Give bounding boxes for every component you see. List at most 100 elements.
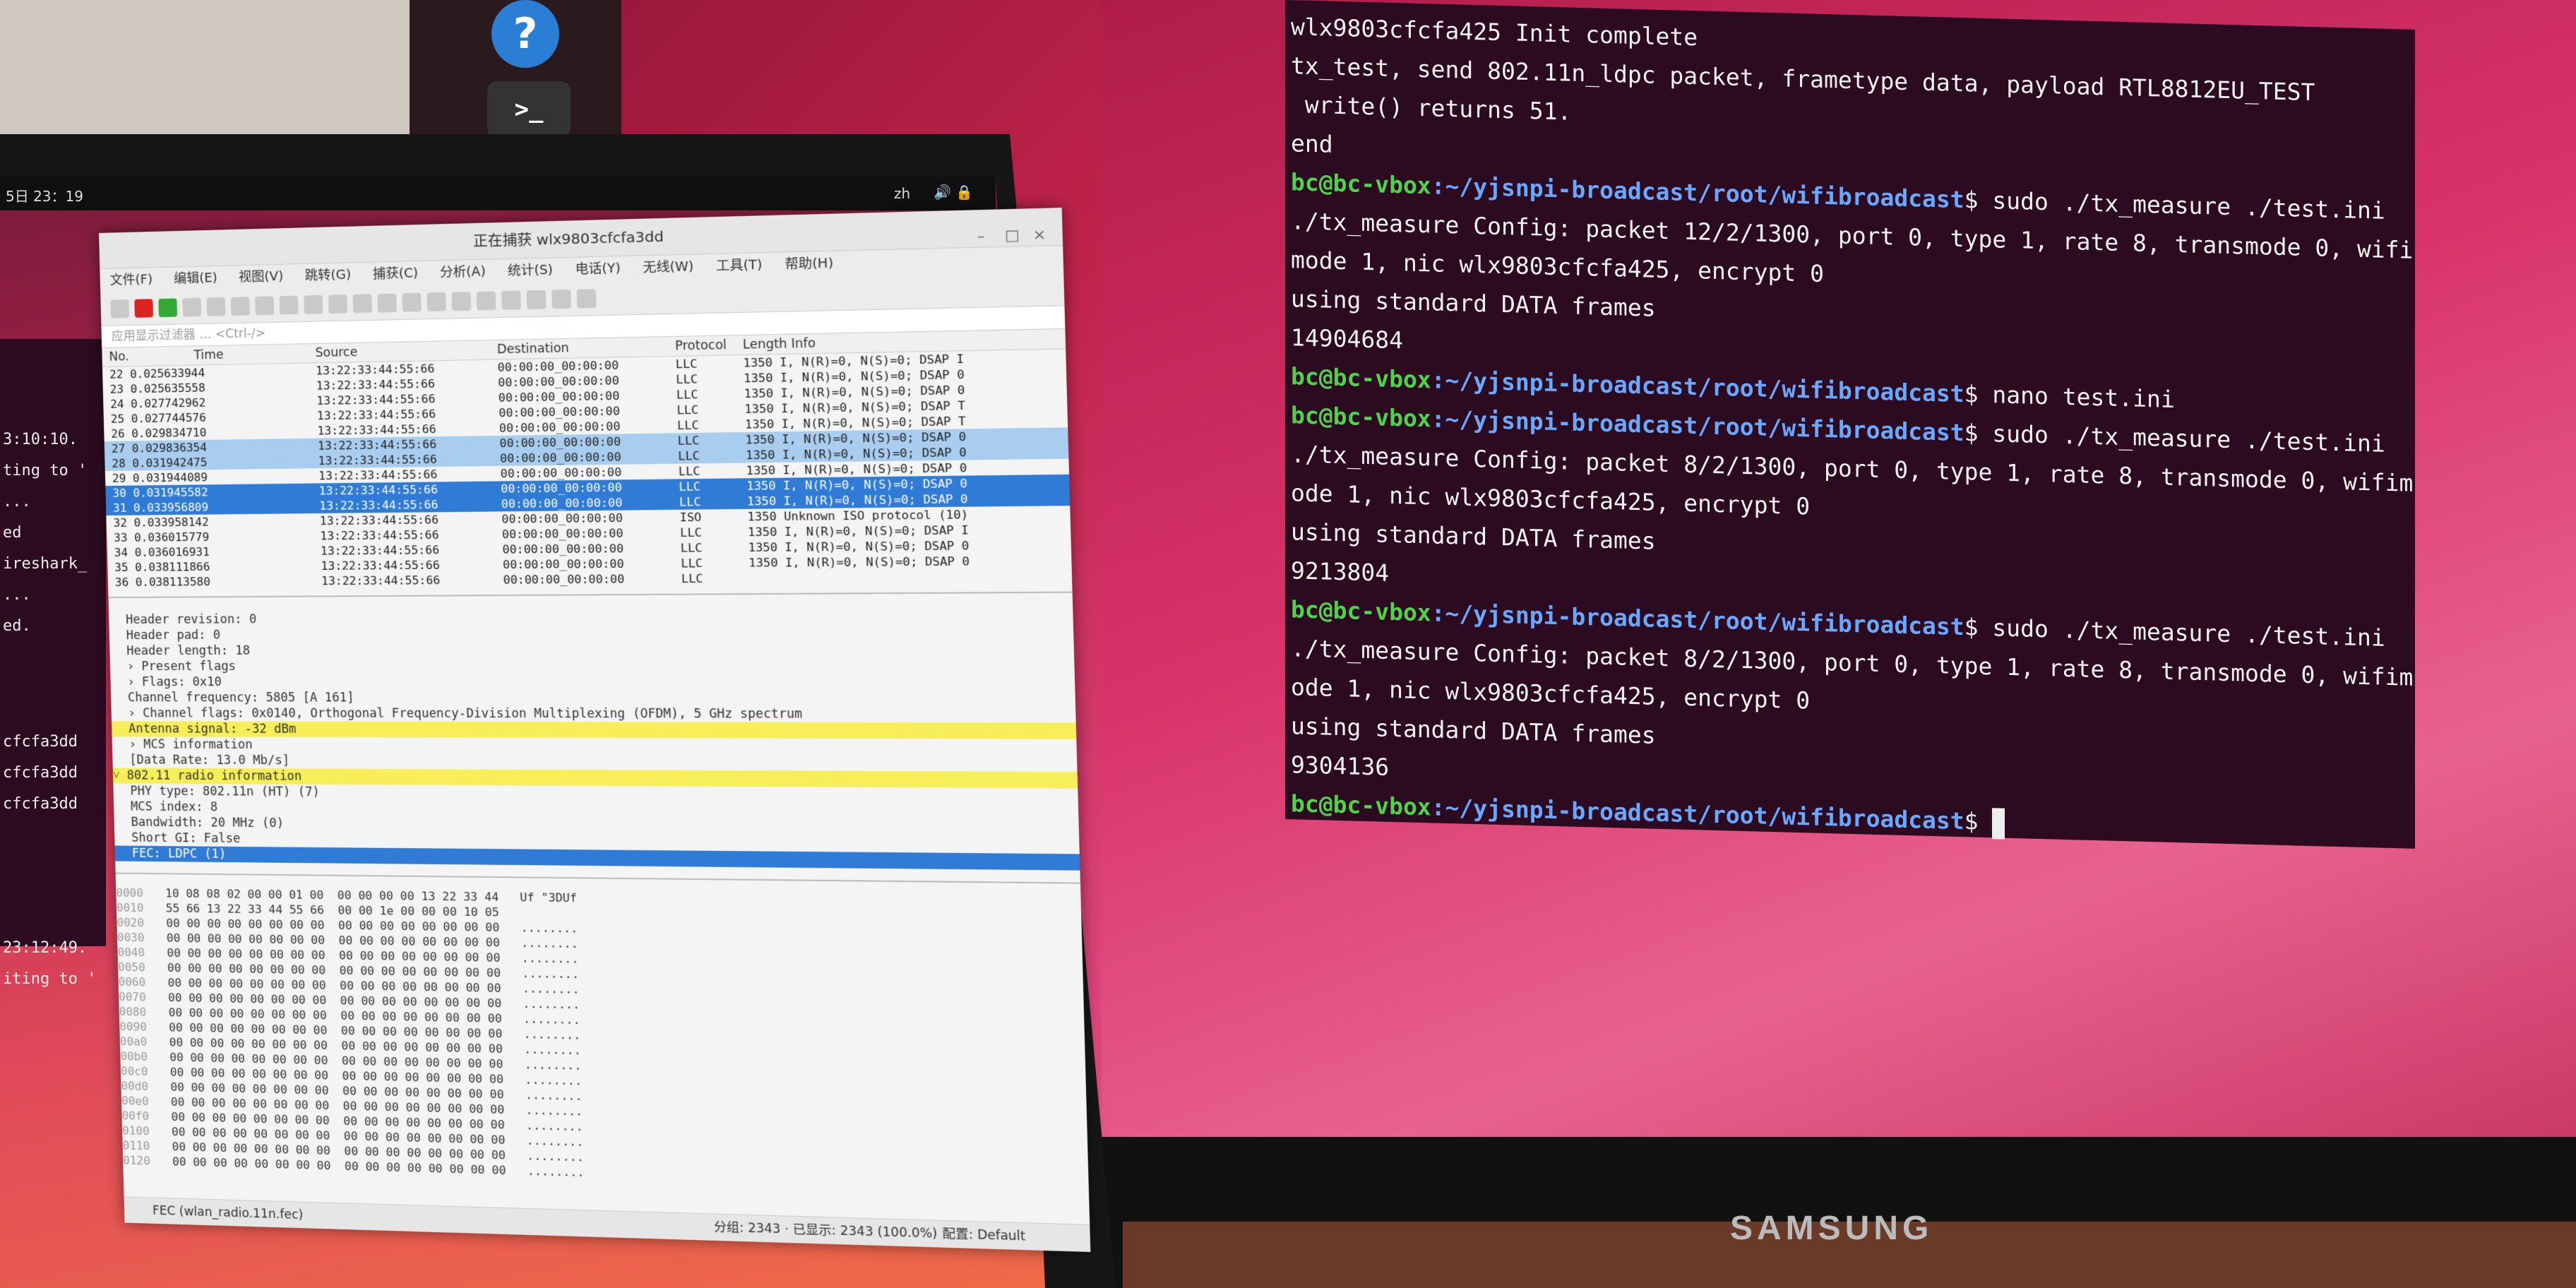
packet-bytes-pane[interactable]: 0000 10 08 08 02 00 00 01 00 00 00 00 00 … <box>115 872 1090 1194</box>
shark-fin-icon[interactable] <box>110 299 129 318</box>
system-indicators[interactable]: 🔊 🔒 <box>934 184 973 201</box>
packet-cell: LLC <box>681 571 703 586</box>
prompt-user: bc@bc-vbox <box>1291 401 1431 433</box>
hex-offset: 0000 <box>116 886 144 900</box>
menu-item[interactable]: 捕获(C) <box>372 261 418 287</box>
prompt-path: :~/yjsnpi-broadcast/root/wifibroadcast <box>1431 793 1964 835</box>
hex-offset: 0040 <box>117 945 145 960</box>
desktop-topbar: 5日 23：19 zh 🔊 🔒 <box>0 177 996 210</box>
close-file-icon[interactable] <box>255 296 275 316</box>
detail-row[interactable]: Antenna signal: -32 dBm <box>112 721 1077 739</box>
packet-cell: LLC <box>680 540 703 555</box>
menu-item[interactable]: 视图(V) <box>239 265 284 290</box>
go-forward-icon[interactable] <box>352 294 372 314</box>
go-to-packet-icon[interactable] <box>377 293 397 313</box>
save-file-icon[interactable] <box>230 297 250 316</box>
find-packet-icon[interactable] <box>304 294 323 314</box>
open-file-icon[interactable] <box>206 297 226 316</box>
packet-cell: 00:00:00_00:00:00 <box>502 556 624 572</box>
maximize-icon[interactable]: □ <box>1004 216 1020 254</box>
terminal-dock-icon[interactable]: >_ <box>487 81 571 138</box>
close-icon[interactable]: × <box>1032 215 1046 253</box>
detail-row[interactable]: › Present flags <box>110 657 1075 675</box>
wireshark-window[interactable]: 正在捕获 wlx9803cfcfa3dd – □ × 文件(F) 编辑(E) 视图(… <box>99 208 1091 1253</box>
menu-item[interactable]: 电话(Y) <box>575 256 621 282</box>
input-language-indicator[interactable]: zh <box>894 185 910 202</box>
packet-cell: 13:22:33:44:55:66 <box>320 527 439 543</box>
topbar-clock[interactable]: 5日 23：19 <box>6 185 83 205</box>
hex-ascii: ........ <box>525 1103 583 1119</box>
zoom-out-icon[interactable] <box>526 290 547 310</box>
menu-item[interactable]: 文件(F) <box>109 268 153 292</box>
packet-cell: 00:00:00_00:00:00 <box>501 511 624 526</box>
hex-offset: 0060 <box>118 974 146 989</box>
packet-cell: 29 0.031944089 <box>112 470 208 485</box>
minimize-icon[interactable]: – <box>977 217 985 254</box>
packet-cell: LLC <box>678 464 700 479</box>
detail-row[interactable]: › Channel flags: 0x0140, Orthogonal Freq… <box>111 705 1075 722</box>
menu-item[interactable]: 编辑(E) <box>174 266 218 292</box>
colorize-icon[interactable] <box>476 291 496 311</box>
capture-options-icon[interactable] <box>182 297 202 317</box>
command-text: $ sudo ./tx_measure ./test.ini <box>1964 613 2385 652</box>
packet-cell: 00:00:00_00:00:00 <box>499 450 621 465</box>
background-terminal[interactable]: 3:10:10. ting to '... ed ireshark_... ed. cfc… <box>0 339 106 988</box>
menu-item[interactable]: 帮助(H) <box>785 251 833 278</box>
command-text: $ sudo ./tx_measure ./test.ini <box>1964 186 2385 225</box>
packet-cell <box>197 468 319 484</box>
detail-row[interactable]: Header length: 18 <box>109 640 1074 659</box>
detail-row[interactable]: › Flags: 0x10 <box>110 674 1075 690</box>
packet-cell: 24 0.027742962 <box>110 395 206 411</box>
detail-row[interactable]: Channel frequency: 5805 [A 161] <box>111 690 1075 706</box>
menu-item[interactable]: 无线(W) <box>643 255 694 281</box>
prompt-user: bc@bc-vbox <box>1291 168 1431 200</box>
menu-item[interactable]: 分析(A) <box>440 260 487 285</box>
stop-capture-icon[interactable] <box>134 299 153 318</box>
menu-item[interactable]: 跳转(G) <box>304 263 351 288</box>
hex-ascii: ........ <box>523 1027 581 1042</box>
status-profile[interactable]: 配置: Default <box>942 1221 1026 1250</box>
packet-cell <box>194 378 316 395</box>
hex-ascii: Uf "3DUf <box>520 890 578 905</box>
menu-item[interactable]: 统计(S) <box>507 258 554 283</box>
first-packet-icon[interactable] <box>402 292 422 312</box>
packet-cell <box>749 568 1073 586</box>
terminal-line: cfcfa3dd <box>3 795 78 813</box>
column-header[interactable]: Source <box>315 340 497 362</box>
terminal-line: cfcfa3dd <box>3 764 78 782</box>
hex-ascii: ........ <box>520 920 578 936</box>
packet-cell: 23 0.025635558 <box>109 381 205 396</box>
hex-ascii: ........ <box>524 1073 583 1088</box>
terminal-line: 23:12:49. <box>3 939 88 957</box>
packet-cell: LLC <box>676 418 700 433</box>
zoom-reset-icon[interactable] <box>551 290 571 309</box>
column-header[interactable]: Time <box>193 344 316 365</box>
packet-cell: 00:00:00_00:00:00 <box>503 572 625 587</box>
hex-offset: 00f0 <box>121 1109 150 1123</box>
go-back-icon[interactable] <box>328 294 348 314</box>
packet-cell: 00:00:00_00:00:00 <box>500 465 622 481</box>
column-header[interactable]: Destination <box>497 337 676 359</box>
packet-cell: 00:00:00_00:00:00 <box>502 541 624 556</box>
autoscroll-icon[interactable] <box>451 292 472 311</box>
command-text: $ <box>1964 807 1993 836</box>
terminal-line: ... <box>3 493 31 511</box>
packet-list[interactable]: 22 0.025633944 13:22:33:44:55:66 00:00:00_… <box>102 350 1072 590</box>
hex-ascii: ........ <box>525 1118 583 1134</box>
terminal-line: 3:10:10. <box>3 431 78 448</box>
packet-cell: 30 0.031945582 <box>112 485 208 500</box>
menu-item[interactable]: 工具(T) <box>716 253 763 279</box>
packet-cell: LLC <box>676 402 699 417</box>
column-header[interactable]: Protocol <box>675 335 744 356</box>
reload-icon[interactable] <box>279 295 299 315</box>
last-packet-icon[interactable] <box>427 292 446 312</box>
terminal-window[interactable]: wlx9803cfcfa425 Init complete tx_test, se… <box>1285 0 2415 849</box>
resize-columns-icon[interactable] <box>576 289 597 309</box>
packet-details-pane[interactable]: Header revision: 0 Header pad: 0 Header le… <box>108 591 1080 871</box>
zoom-in-icon[interactable] <box>501 290 521 310</box>
restart-capture-icon[interactable] <box>158 298 178 318</box>
prompt-user: bc@bc-vbox <box>1291 789 1431 821</box>
column-header[interactable]: No. <box>102 346 194 366</box>
help-icon[interactable]: ? <box>491 0 559 68</box>
packet-cell: LLC <box>675 357 698 371</box>
